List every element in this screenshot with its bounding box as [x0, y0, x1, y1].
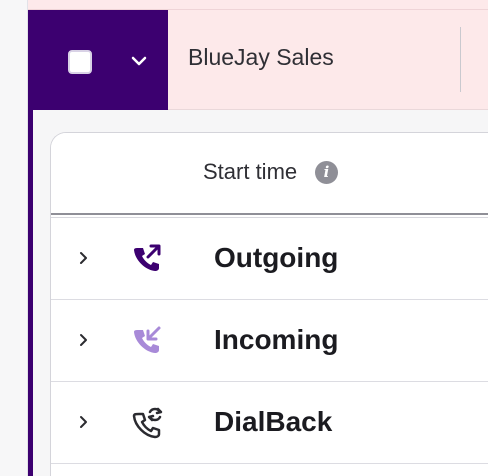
row-expand-button-dialback[interactable]	[73, 411, 93, 433]
group-title: BlueJay Sales	[188, 44, 334, 70]
group-control-panel	[28, 10, 168, 110]
call-log-page: BlueJay Sales Start time i Outgoing Inco…	[0, 0, 488, 476]
row-expand-button-outgoing[interactable]	[73, 247, 93, 269]
row-expand-button-incoming[interactable]	[73, 329, 93, 351]
call-log-table: Start time i Outgoing Incoming DialBack	[50, 132, 488, 476]
call-type-label-incoming: Incoming	[214, 324, 339, 355]
group-header: BlueJay Sales	[28, 10, 488, 110]
group-header-divider	[460, 27, 461, 92]
phone-dialback-icon	[129, 404, 165, 440]
chevron-down-icon	[131, 56, 147, 66]
chevron-right-icon	[80, 252, 87, 264]
previous-group-edge	[28, 0, 488, 10]
group-accent-rail	[28, 110, 33, 476]
call-type-label-outgoing: Outgoing	[214, 242, 339, 273]
column-header-start-time[interactable]: Start time	[203, 159, 297, 185]
group-expand-button[interactable]	[127, 49, 151, 73]
header-divider	[51, 213, 488, 215]
table-row-incoming[interactable]: Incoming	[51, 300, 488, 382]
phone-incoming-icon	[129, 322, 165, 358]
chevron-right-icon	[80, 334, 87, 346]
table-header-row: Start time i	[51, 133, 488, 213]
info-icon[interactable]: i	[315, 161, 338, 184]
call-type-label-dialback: DialBack	[214, 406, 333, 437]
chevron-right-icon	[80, 416, 87, 428]
phone-outgoing-icon	[129, 240, 165, 276]
table-row-outgoing[interactable]: Outgoing	[51, 218, 488, 300]
group-select-checkbox[interactable]	[68, 50, 92, 74]
left-gutter	[0, 0, 28, 476]
table-row-dialback[interactable]: DialBack	[51, 382, 488, 464]
